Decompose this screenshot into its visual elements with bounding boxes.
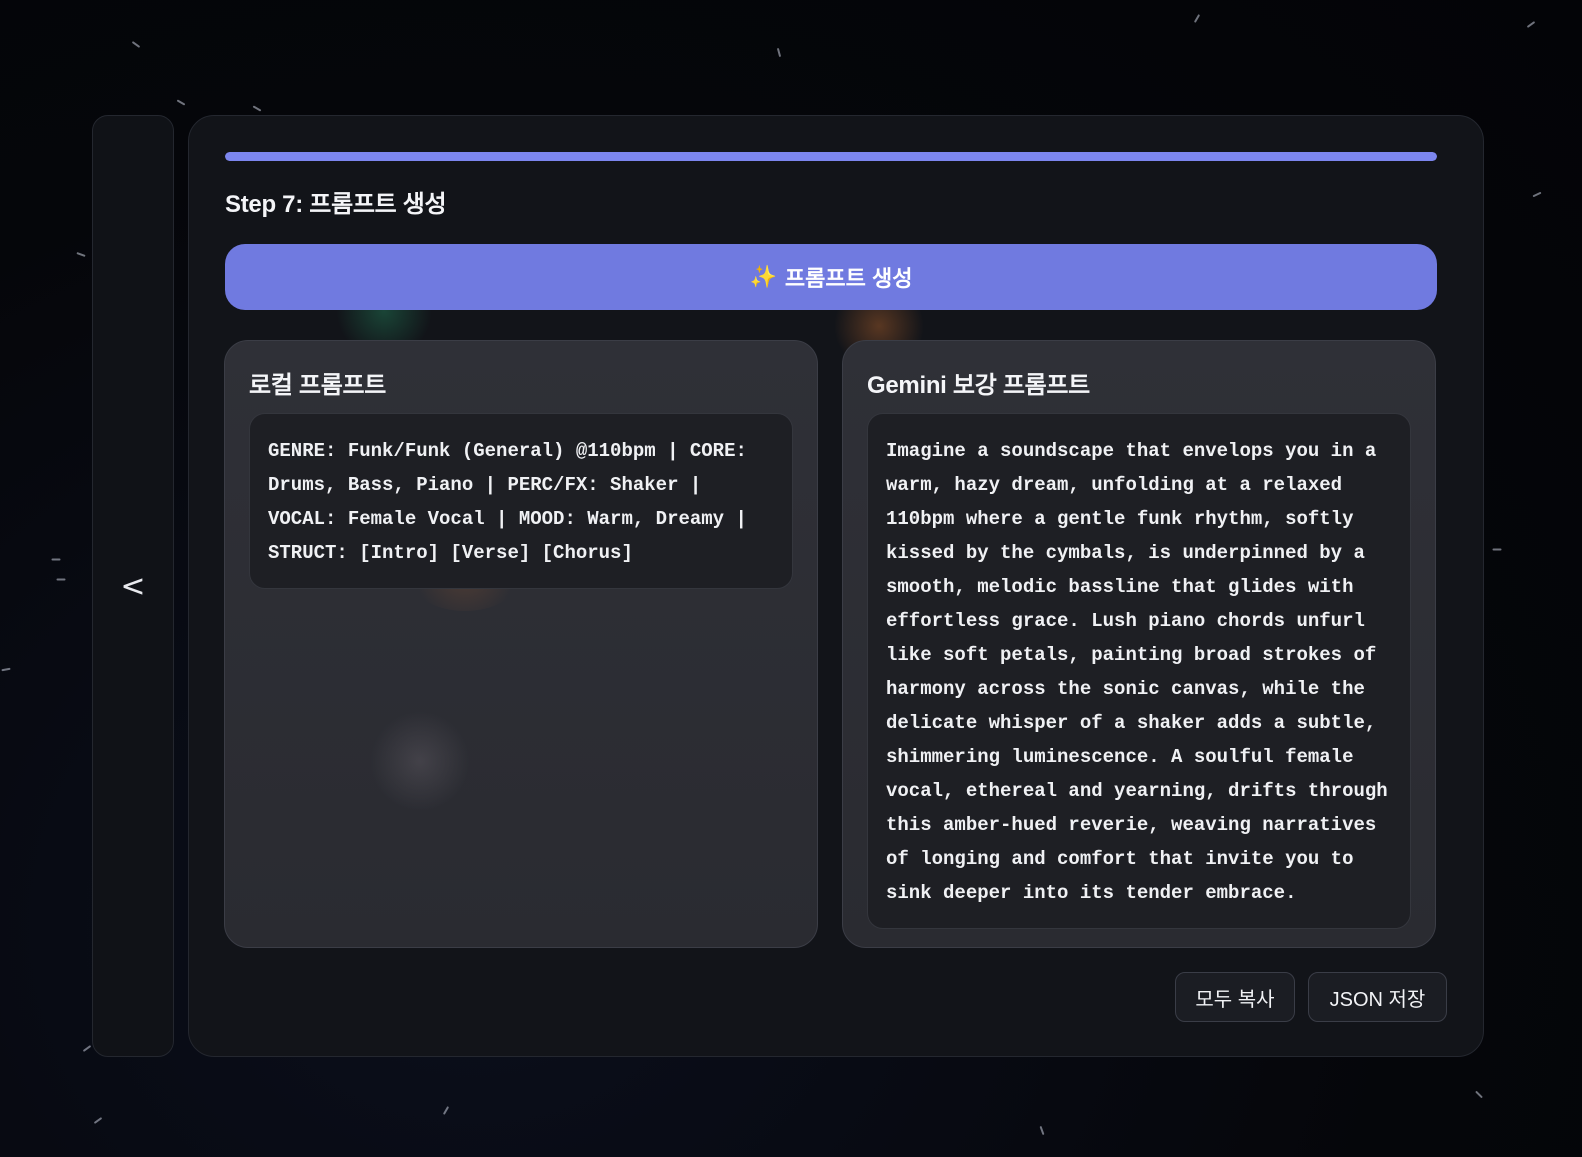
sidebar-toggle[interactable]: < bbox=[92, 115, 174, 1057]
streak bbox=[56, 578, 66, 581]
streak bbox=[176, 99, 186, 106]
streak bbox=[1193, 14, 1201, 23]
local-prompt-text[interactable]: GENRE: Funk/Funk (General) @110bpm | COR… bbox=[249, 413, 793, 589]
streak bbox=[51, 558, 61, 561]
gemini-prompt-panel: Gemini 보강 프롬프트 Imagine a soundscape that… bbox=[842, 340, 1436, 948]
generate-prompt-button[interactable]: ✨ 프롬프트 생성 bbox=[225, 244, 1437, 310]
streak bbox=[131, 41, 141, 48]
progress-bar bbox=[225, 152, 1437, 161]
gemini-prompt-title: Gemini 보강 프롬프트 bbox=[867, 372, 1090, 399]
progress-fill bbox=[225, 152, 1437, 161]
streak bbox=[1492, 548, 1502, 551]
local-prompt-panel: 로컬 프롬프트 GENRE: Funk/Funk (General) @110b… bbox=[224, 340, 818, 948]
streak bbox=[1, 667, 11, 672]
gemini-prompt-text[interactable]: Imagine a soundscape that envelops you i… bbox=[867, 413, 1411, 929]
streak bbox=[1475, 1090, 1483, 1099]
streak bbox=[82, 1045, 92, 1052]
chevron-left-icon: < bbox=[120, 568, 146, 604]
local-prompt-title: 로컬 프롬프트 bbox=[249, 372, 387, 399]
save-json-button[interactable]: JSON 저장 bbox=[1308, 972, 1447, 1022]
streak bbox=[93, 1117, 103, 1124]
streak bbox=[252, 105, 262, 112]
generate-prompt-label: 프롬프트 생성 bbox=[784, 266, 913, 291]
sparkles-icon: ✨ bbox=[749, 264, 777, 290]
streak bbox=[776, 47, 782, 58]
ambient-glow bbox=[370, 711, 470, 811]
streak bbox=[1526, 21, 1536, 28]
step-title: Step 7: 프롬프트 생성 bbox=[225, 191, 447, 218]
streak bbox=[1039, 1125, 1045, 1136]
main-card: Step 7: 프롬프트 생성 ✨ 프롬프트 생성 로컬 프롬프트 GENRE:… bbox=[188, 115, 1484, 1057]
streak bbox=[442, 1106, 450, 1115]
copy-all-button[interactable]: 모두 복사 bbox=[1175, 972, 1295, 1022]
streak bbox=[1532, 191, 1542, 198]
streak bbox=[76, 252, 86, 257]
